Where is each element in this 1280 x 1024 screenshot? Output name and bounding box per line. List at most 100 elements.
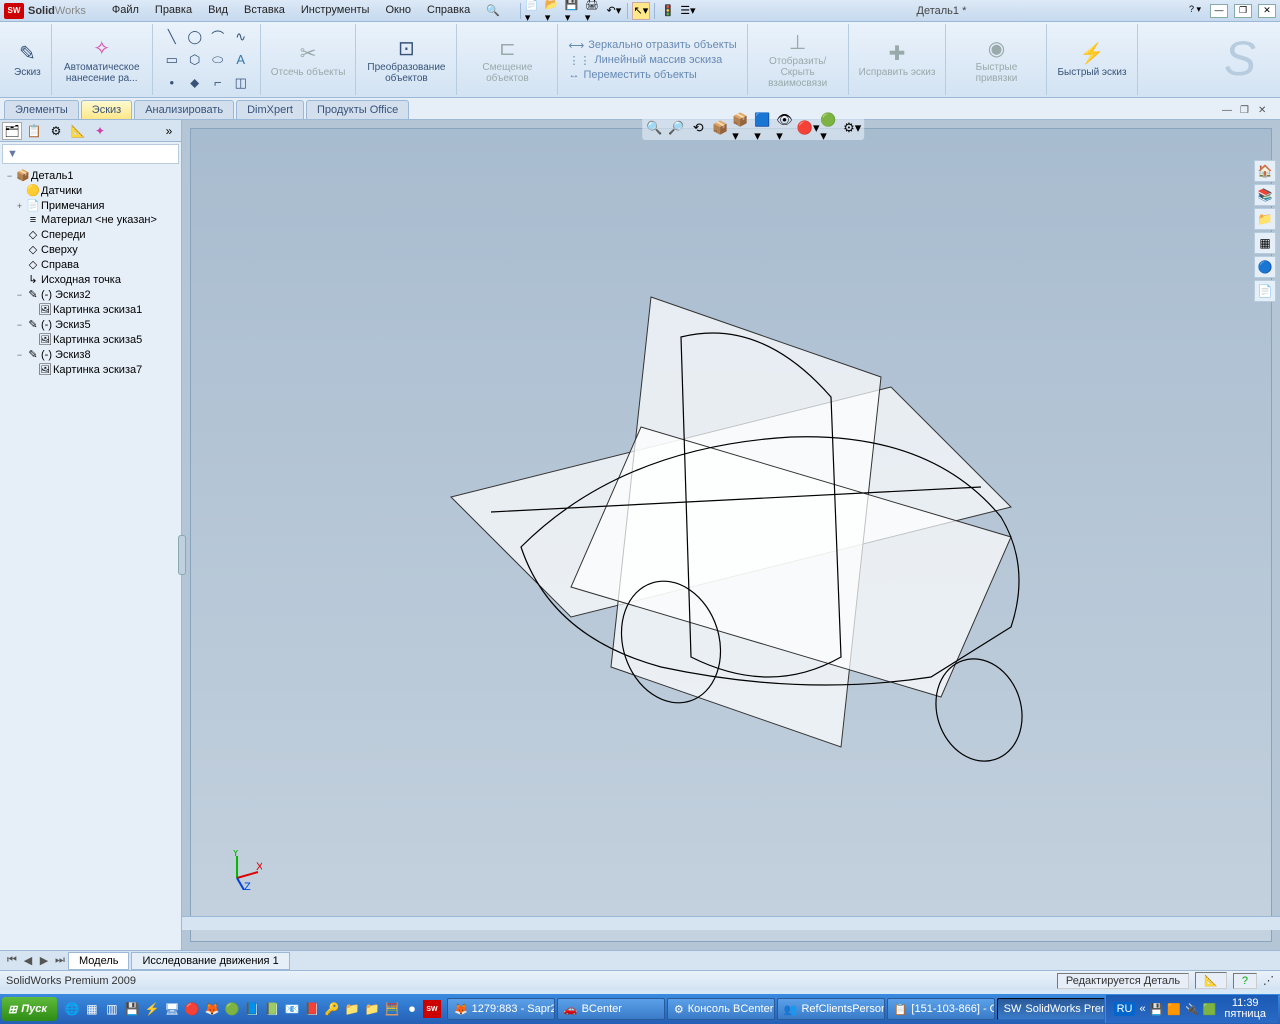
- ql-save-icon[interactable]: 💾: [123, 1000, 141, 1018]
- open-icon[interactable]: 📂▾: [545, 2, 563, 20]
- tab-sketch[interactable]: Эскиз: [81, 100, 132, 119]
- ql-excel-icon[interactable]: 📗: [263, 1000, 281, 1018]
- spline-icon[interactable]: ∿: [230, 26, 252, 48]
- menu-insert[interactable]: Вставка: [238, 2, 291, 19]
- bottom-splitter[interactable]: [182, 916, 1280, 930]
- rect-icon[interactable]: ▭: [161, 49, 183, 71]
- fm-tab-tree-icon[interactable]: 🗂: [2, 122, 22, 140]
- close-button[interactable]: ✕: [1258, 4, 1276, 18]
- tree-item[interactable]: 🖼Картинка эскиза5: [2, 332, 179, 347]
- task-button[interactable]: 📋[151-103-866] - Окно со...: [887, 998, 995, 1020]
- arc-icon[interactable]: ⌒: [207, 26, 229, 48]
- tab-dimxpert[interactable]: DimXpert: [236, 100, 304, 119]
- tree-item[interactable]: 🟡Датчики: [2, 183, 179, 198]
- panel-resize-handle[interactable]: [178, 535, 186, 575]
- help-dropdown[interactable]: ? ▾: [1186, 4, 1204, 18]
- ql-desktop-icon[interactable]: 🖥: [163, 1000, 181, 1018]
- tray-app-icon[interactable]: 🟧: [1167, 1003, 1181, 1016]
- move-button[interactable]: ↔Переместить объекты: [564, 68, 700, 82]
- print-icon[interactable]: 🖨▾: [585, 2, 603, 20]
- rebuild-icon[interactable]: 🚦: [659, 2, 677, 20]
- tab-office[interactable]: Продукты Office: [306, 100, 409, 119]
- ql-far-icon[interactable]: ▥: [103, 1000, 121, 1018]
- sketch-button[interactable]: ✎Эскиз: [10, 39, 45, 80]
- mdi-close[interactable]: ✕: [1258, 105, 1272, 119]
- ql-calc-icon[interactable]: 🧮: [383, 1000, 401, 1018]
- minimize-button[interactable]: —: [1210, 4, 1228, 18]
- tree-item[interactable]: 🖼Картинка эскиза7: [2, 362, 179, 377]
- zoom-area-icon[interactable]: 🔎: [666, 118, 686, 138]
- filter-input[interactable]: ▼: [2, 144, 179, 164]
- ql-winamp-icon[interactable]: ⚡: [143, 1000, 161, 1018]
- fm-tab-config-icon[interactable]: ⚙: [46, 122, 66, 140]
- ql-opera-icon[interactable]: 🔴: [183, 1000, 201, 1018]
- tab-prev-icon[interactable]: ◀: [20, 954, 36, 967]
- ql-key-icon[interactable]: 🔑: [323, 1000, 341, 1018]
- save-icon[interactable]: 💾▾: [565, 2, 583, 20]
- scene-icon[interactable]: 🟢▾: [820, 118, 840, 138]
- mdi-minimize[interactable]: —: [1222, 105, 1236, 119]
- file-explorer-icon[interactable]: 📁: [1254, 208, 1276, 230]
- appearances-icon[interactable]: 🔵: [1254, 256, 1276, 278]
- point-icon[interactable]: •: [161, 72, 183, 94]
- ellipse-icon[interactable]: ⬥: [184, 72, 206, 94]
- design-library-icon[interactable]: 📚: [1254, 184, 1276, 206]
- circle-icon[interactable]: ◯: [184, 26, 206, 48]
- tab-features[interactable]: Элементы: [4, 100, 79, 119]
- expand-icon[interactable]: »: [159, 122, 179, 140]
- menu-tools[interactable]: Инструменты: [295, 2, 376, 19]
- task-button[interactable]: 👥RefClientsPersons: [777, 998, 885, 1020]
- repair-button[interactable]: ✚Исправить эскиз: [855, 39, 940, 80]
- smart-dimension-button[interactable]: ✧Автоматическое нанесение ра...: [58, 34, 146, 86]
- mirror-button[interactable]: ⟷Зеркально отразить объекты: [564, 38, 740, 53]
- convert-button[interactable]: ⊡Преобразование объектов: [362, 34, 450, 86]
- task-button[interactable]: SWSolidWorks Premium ...: [997, 998, 1105, 1020]
- mdi-restore[interactable]: ❐: [1240, 105, 1254, 119]
- menu-file[interactable]: Файл: [106, 2, 145, 19]
- rapid-sketch-button[interactable]: ⚡Быстрый эскиз: [1053, 39, 1130, 80]
- tree-item[interactable]: −✎(-) Эскиз5: [2, 317, 179, 332]
- ql-folder2-icon[interactable]: 📁: [363, 1000, 381, 1018]
- feature-tree[interactable]: −📦Деталь1 🟡Датчики+📄Примечания≡Материал …: [0, 166, 181, 950]
- ql-ff-icon[interactable]: 🦊: [203, 1000, 221, 1018]
- plane-icon[interactable]: ◫: [230, 72, 252, 94]
- task-button[interactable]: 🚗BCenter: [557, 998, 665, 1020]
- show-hide-button[interactable]: ⊥Отобразить/Скрыть взаимосвязи: [754, 28, 842, 91]
- tray-net-icon[interactable]: 🔌: [1185, 1003, 1199, 1016]
- maximize-button[interactable]: ❐: [1234, 4, 1252, 18]
- fm-tab-dim-icon[interactable]: 📐: [68, 122, 88, 140]
- clock[interactable]: 11:39пятница: [1220, 998, 1270, 1020]
- tree-item[interactable]: ≡Материал <не указан>: [2, 213, 179, 227]
- status-help-icon[interactable]: ?: [1233, 973, 1257, 989]
- task-button[interactable]: ⚙Консоль BCenter: [667, 998, 775, 1020]
- tray-expand-icon[interactable]: «: [1139, 1003, 1145, 1015]
- ql-sw-icon[interactable]: SW: [423, 1000, 441, 1018]
- task-button[interactable]: 🦊1279:883 - Sapr2k.ru ->...: [447, 998, 555, 1020]
- status-unit-icon[interactable]: 📐: [1195, 972, 1227, 989]
- view-settings-icon[interactable]: ⚙▾: [842, 118, 862, 138]
- fm-tab-property-icon[interactable]: 📋: [24, 122, 44, 140]
- fillet-icon[interactable]: ⌐: [207, 72, 229, 94]
- orientation-triad[interactable]: Y X Z: [222, 850, 262, 890]
- fm-tab-display-icon[interactable]: ✦: [90, 122, 110, 140]
- trim-button[interactable]: ✂Отсечь объекты: [267, 39, 350, 80]
- sw-resources-icon[interactable]: 🏠: [1254, 160, 1276, 182]
- select-icon[interactable]: ↖▾: [632, 2, 650, 20]
- tab-next-icon[interactable]: ▶: [36, 954, 52, 967]
- text-icon[interactable]: A: [230, 49, 252, 71]
- view-palette-icon[interactable]: ▦: [1254, 232, 1276, 254]
- tray-disk-icon[interactable]: 💾: [1150, 1003, 1164, 1016]
- ql-folder-icon[interactable]: 📁: [343, 1000, 361, 1018]
- tab-motion-study[interactable]: Исследование движения 1: [131, 952, 289, 970]
- line-icon[interactable]: ╲: [161, 26, 183, 48]
- display-style-icon[interactable]: 🟦▾: [754, 118, 774, 138]
- tree-item[interactable]: −✎(-) Эскиз2: [2, 287, 179, 302]
- ql-wmp-icon[interactable]: 🟢: [223, 1000, 241, 1018]
- start-button[interactable]: ⊞Пуск: [2, 997, 57, 1021]
- tree-item[interactable]: ◇Справа: [2, 257, 179, 272]
- section-view-icon[interactable]: 📦: [710, 118, 730, 138]
- options-icon[interactable]: ☰▾: [679, 2, 697, 20]
- ql-word-icon[interactable]: 📘: [243, 1000, 261, 1018]
- zoom-fit-icon[interactable]: 🔍: [644, 118, 664, 138]
- custom-props-icon[interactable]: 📄: [1254, 280, 1276, 302]
